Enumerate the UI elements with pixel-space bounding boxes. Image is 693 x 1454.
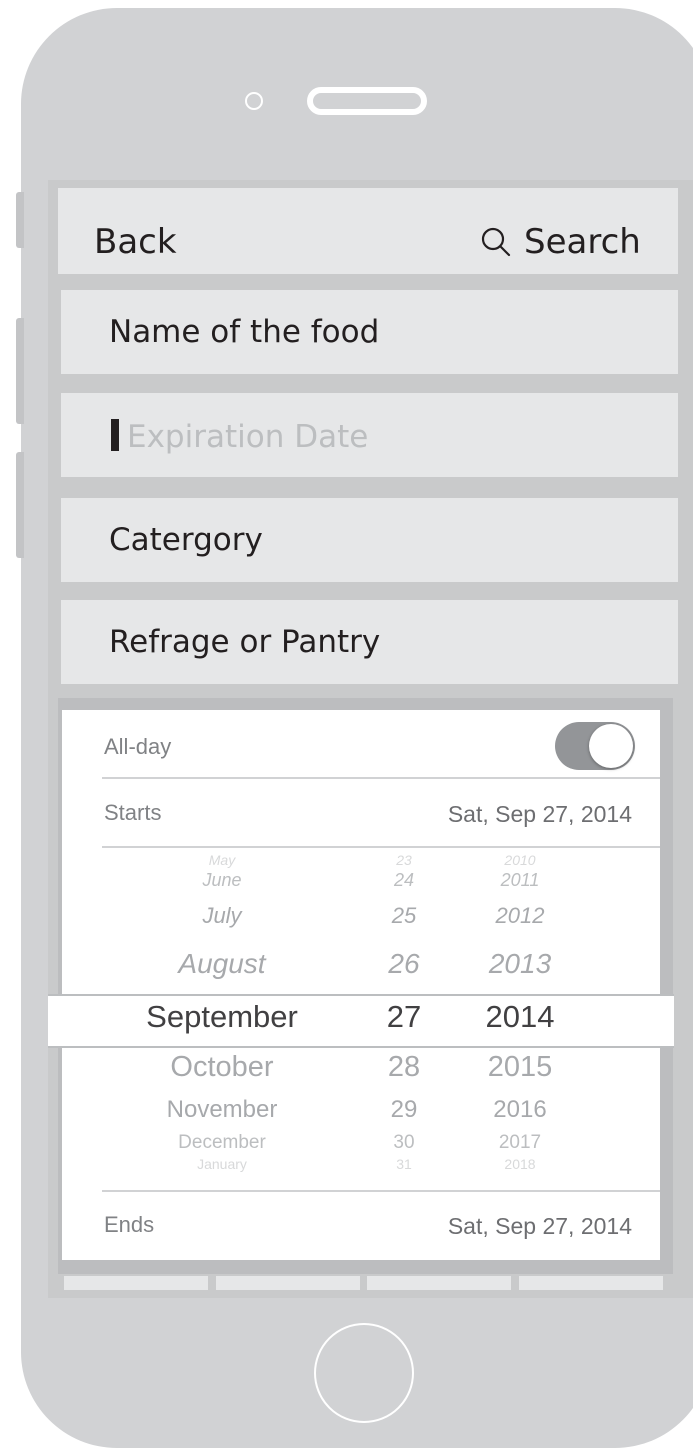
year-option[interactable]: 2013: [489, 948, 551, 980]
day-option[interactable]: 23: [396, 852, 412, 868]
back-button[interactable]: Back: [94, 222, 177, 262]
speaker-grille-icon: [307, 87, 427, 115]
tab-bar-segment[interactable]: [64, 1276, 208, 1290]
day-option[interactable]: 25: [392, 903, 416, 929]
category-label: Catergory: [109, 522, 263, 558]
toggle-knob: [589, 724, 633, 768]
screen: Back Search Name of the food Expiration …: [48, 180, 693, 1298]
day-option[interactable]: 31: [396, 1156, 412, 1172]
year-option[interactable]: 2017: [499, 1132, 541, 1154]
day-option[interactable]: 30: [393, 1132, 414, 1154]
month-option[interactable]: May: [209, 852, 235, 868]
month-option[interactable]: August: [178, 948, 265, 980]
allday-toggle[interactable]: [555, 722, 635, 770]
starts-label: Starts: [104, 800, 162, 825]
day-option[interactable]: 24: [394, 870, 414, 891]
storage-location-label: Refrage or Pantry: [109, 624, 381, 660]
food-name-field[interactable]: Name of the food: [61, 290, 678, 374]
month-option[interactable]: July: [202, 903, 241, 929]
year-option[interactable]: 2011: [501, 870, 540, 891]
divider: [102, 777, 660, 779]
month-option[interactable]: January: [197, 1156, 247, 1172]
selection-band: [48, 994, 674, 1048]
volume-up-button: [16, 318, 24, 424]
home-button[interactable]: [314, 1323, 414, 1423]
allday-label: All-day: [104, 734, 172, 759]
tab-bar-segment[interactable]: [519, 1276, 663, 1290]
tab-bar-segment[interactable]: [216, 1276, 360, 1290]
month-option[interactable]: November: [167, 1096, 278, 1124]
tab-bar: [64, 1276, 668, 1290]
food-name-label: Name of the food: [109, 314, 380, 350]
year-option-selected[interactable]: 2014: [486, 999, 555, 1035]
mute-switch: [16, 192, 24, 248]
front-camera-icon: [245, 92, 263, 110]
month-option[interactable]: October: [170, 1051, 273, 1084]
storage-location-field[interactable]: Refrage or Pantry: [61, 600, 678, 684]
ends-value[interactable]: Sat, Sep 27, 2014: [448, 1213, 632, 1240]
search-button[interactable]: Search: [524, 222, 641, 262]
expiration-date-field[interactable]: Expiration Date: [61, 393, 678, 477]
year-option[interactable]: 2018: [504, 1156, 535, 1172]
volume-down-button: [16, 452, 24, 558]
month-option[interactable]: June: [202, 870, 241, 891]
starts-value[interactable]: Sat, Sep 27, 2014: [448, 801, 632, 828]
expiration-date-placeholder: Expiration Date: [127, 419, 369, 455]
month-option-selected[interactable]: September: [146, 999, 298, 1035]
ends-label: Ends: [104, 1212, 155, 1237]
day-option-selected[interactable]: 27: [387, 999, 421, 1035]
day-option[interactable]: 26: [388, 948, 419, 980]
search-icon[interactable]: [480, 226, 512, 258]
text-cursor: [111, 419, 119, 451]
month-option[interactable]: December: [178, 1132, 266, 1154]
category-field[interactable]: Catergory: [61, 498, 678, 582]
day-option[interactable]: 29: [391, 1096, 418, 1124]
year-option[interactable]: 2015: [488, 1051, 553, 1084]
navigation-bar: Back Search: [58, 188, 678, 274]
year-option[interactable]: 2012: [496, 903, 545, 929]
year-option[interactable]: 2016: [493, 1096, 546, 1124]
tab-bar-segment[interactable]: [367, 1276, 511, 1290]
date-picker-panel: All-day Starts Sat, Sep 27, 2014 May June…: [48, 710, 674, 1260]
divider: [102, 846, 660, 848]
divider: [102, 1190, 660, 1192]
year-option[interactable]: 2010: [504, 852, 535, 868]
day-option[interactable]: 28: [388, 1051, 420, 1084]
